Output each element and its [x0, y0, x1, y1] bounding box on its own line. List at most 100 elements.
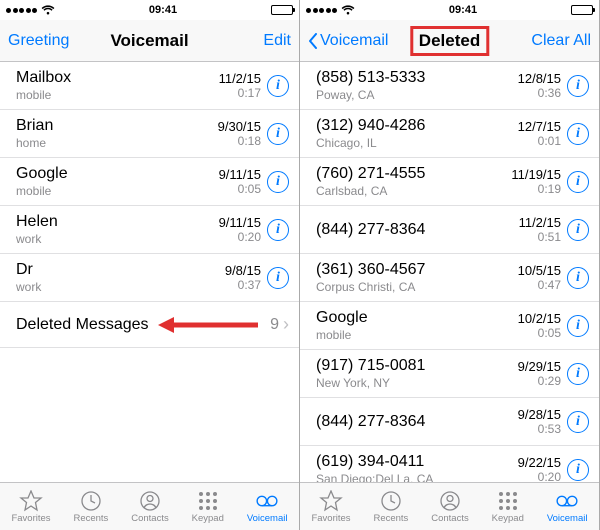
tab-bar: Favorites Recents Contacts Keypad Voicemail: [0, 482, 299, 530]
tab-keypad[interactable]: Keypad: [492, 490, 524, 524]
info-button[interactable]: i: [567, 411, 589, 433]
chevron-left-icon: [308, 33, 318, 49]
row-name: Brian: [16, 116, 218, 135]
info-button[interactable]: i: [267, 219, 289, 241]
row-date: 9/8/15: [225, 263, 261, 279]
voicemail-row[interactable]: (312) 940-4286Chicago, IL12/7/150:01i: [300, 110, 599, 158]
tab-label: Voicemail: [547, 513, 588, 524]
row-name: (361) 360-4567: [316, 260, 518, 279]
row-sub: mobile: [316, 328, 518, 342]
status-time: 09:41: [449, 4, 477, 16]
row-sub: Carlsbad, CA: [316, 184, 511, 198]
row-date: 9/29/15: [518, 359, 561, 375]
tab-contacts[interactable]: Contacts: [131, 490, 169, 524]
info-button[interactable]: i: [567, 267, 589, 289]
row-date: 12/8/15: [518, 71, 561, 87]
tab-recents[interactable]: Recents: [73, 490, 108, 524]
row-date: 9/11/15: [219, 215, 261, 231]
tab-recents[interactable]: Recents: [373, 490, 408, 524]
row-date: 9/28/15: [518, 407, 561, 423]
edit-button[interactable]: Edit: [263, 32, 291, 50]
voicemail-list: Mailboxmobile11/2/150:17iBrianhome9/30/1…: [0, 62, 299, 482]
row-duration: 0:20: [219, 230, 261, 244]
row-duration: 0:19: [511, 182, 561, 196]
info-button[interactable]: i: [567, 459, 589, 481]
info-button[interactable]: i: [567, 171, 589, 193]
voicemail-row[interactable]: (917) 715-0081New York, NY9/29/150:29i: [300, 350, 599, 398]
row-date: 9/22/15: [518, 455, 561, 471]
voicemail-row[interactable]: (844) 277-836411/2/150:51i: [300, 206, 599, 254]
nav-title: Deleted: [410, 26, 489, 56]
voicemail-row[interactable]: Drwork9/8/150:37i: [0, 254, 299, 302]
info-button[interactable]: i: [567, 219, 589, 241]
clear-all-button[interactable]: Clear All: [531, 32, 591, 50]
tab-bar: Favorites Recents Contacts Keypad Voicemail: [300, 482, 599, 530]
row-sub: San Diego:Del La, CA: [316, 472, 518, 482]
tab-keypad[interactable]: Keypad: [192, 490, 224, 524]
clock-icon: [79, 490, 103, 512]
tab-voicemail[interactable]: Voicemail: [247, 490, 288, 524]
row-sub: Chicago, IL: [316, 136, 518, 150]
row-duration: 0:20: [518, 470, 561, 482]
tab-label: Recents: [373, 513, 408, 524]
voicemail-row[interactable]: (844) 277-83649/28/150:53i: [300, 398, 599, 446]
voicemail-row[interactable]: (619) 394-0411San Diego:Del La, CA9/22/1…: [300, 446, 599, 482]
status-bar: 09:41: [0, 0, 299, 20]
row-duration: 0:37: [225, 278, 261, 292]
tab-voicemail[interactable]: Voicemail: [547, 490, 588, 524]
back-button[interactable]: Voicemail: [308, 32, 388, 50]
row-sub: mobile: [16, 88, 219, 102]
tab-label: Keypad: [492, 513, 524, 524]
voicemail-row[interactable]: Helenwork9/11/150:20i: [0, 206, 299, 254]
row-date: 10/2/15: [518, 311, 561, 327]
phone-voicemail: 09:41 Greeting Voicemail Edit Mailboxmob…: [0, 0, 300, 530]
info-button[interactable]: i: [567, 123, 589, 145]
row-name: (858) 513-5333: [316, 68, 518, 87]
row-name: (760) 271-4555: [316, 164, 511, 183]
row-date: 11/2/15: [519, 215, 561, 231]
voicemail-row[interactable]: Googlemobile9/11/150:05i: [0, 158, 299, 206]
row-date: 11/2/15: [219, 71, 261, 87]
row-date: 9/30/15: [218, 119, 261, 135]
row-date: 10/5/15: [518, 263, 561, 279]
battery-icon: [271, 5, 293, 15]
arrow-annotation-icon: [158, 315, 258, 335]
wifi-icon: [341, 5, 355, 15]
deleted-count: 9: [270, 316, 279, 334]
row-date: 12/7/15: [518, 119, 561, 135]
tab-label: Keypad: [192, 513, 224, 524]
tab-label: Favorites: [311, 513, 350, 524]
nav-bar: Voicemail Deleted Clear All: [300, 20, 599, 62]
greeting-button[interactable]: Greeting: [8, 32, 69, 50]
wifi-icon: [41, 5, 55, 15]
row-sub: New York, NY: [316, 376, 518, 390]
row-duration: 0:29: [518, 374, 561, 388]
info-button[interactable]: i: [267, 171, 289, 193]
row-sub: Poway, CA: [316, 88, 518, 102]
row-sub: mobile: [16, 184, 219, 198]
info-button[interactable]: i: [267, 75, 289, 97]
info-button[interactable]: i: [267, 267, 289, 289]
tab-favorites[interactable]: Favorites: [11, 490, 50, 524]
tab-favorites[interactable]: Favorites: [311, 490, 350, 524]
voicemail-row[interactable]: Googlemobile10/2/150:05 i: [300, 302, 599, 350]
info-button[interactable]: i: [567, 75, 589, 97]
signal-dots-icon: [6, 8, 37, 13]
deleted-messages-row[interactable]: Deleted Messages9›: [0, 302, 299, 348]
row-duration: 0:05: [518, 326, 561, 340]
star-icon: [19, 490, 43, 512]
tab-label: Favorites: [11, 513, 50, 524]
info-button[interactable]: i: [567, 315, 589, 337]
row-name: Google: [316, 308, 518, 327]
info-button[interactable]: i: [567, 363, 589, 385]
voicemail-row[interactable]: Mailboxmobile11/2/150:17i: [0, 62, 299, 110]
voicemail-row[interactable]: Brianhome9/30/150:18i: [0, 110, 299, 158]
voicemail-row[interactable]: (760) 271-4555Carlsbad, CA11/19/150:19i: [300, 158, 599, 206]
tab-contacts[interactable]: Contacts: [431, 490, 469, 524]
battery-icon: [571, 5, 593, 15]
voicemail-row[interactable]: (361) 360-4567Corpus Christi, CA10/5/150…: [300, 254, 599, 302]
row-name: (844) 277-8364: [316, 220, 519, 239]
row-duration: 0:01: [518, 134, 561, 148]
info-button[interactable]: i: [267, 123, 289, 145]
voicemail-row[interactable]: (858) 513-5333Poway, CA12/8/150:36i: [300, 62, 599, 110]
